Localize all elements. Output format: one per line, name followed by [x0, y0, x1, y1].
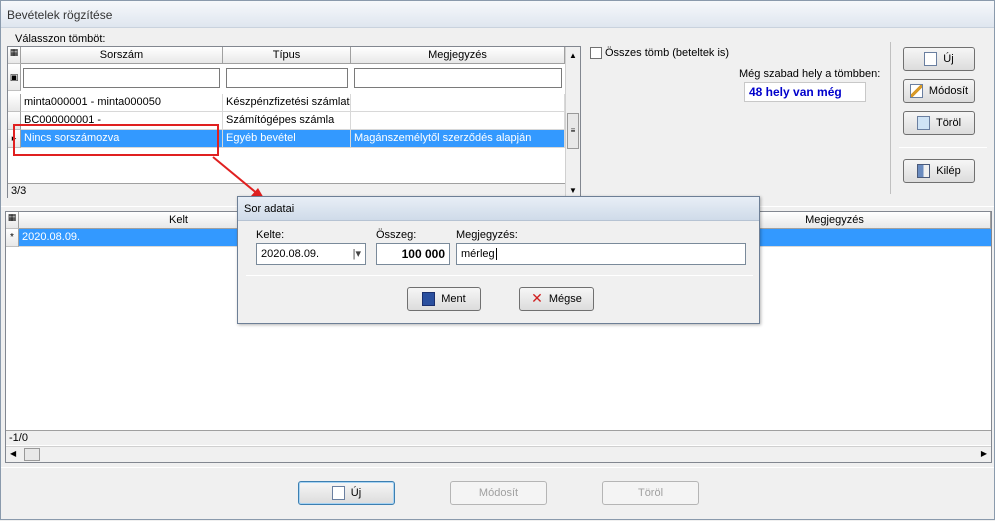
cancel-button[interactable]: ✕ Mégse: [519, 287, 594, 311]
dialog-separator: [246, 275, 753, 276]
delete-entry-button[interactable]: Töröl: [602, 481, 699, 505]
exit-door-icon: [917, 164, 931, 179]
save-label: Ment: [441, 293, 466, 305]
save-disk-icon: [422, 292, 436, 307]
free-space-label: Még szabad hely a tömbben:: [739, 68, 881, 80]
new-row-asterisk-icon: *: [6, 229, 19, 247]
osszeg-input[interactable]: 100 000: [376, 243, 450, 265]
horizontal-scrollbar[interactable]: ◀ ▶: [6, 446, 991, 462]
kelt-cell: 2020.08.09.: [22, 231, 81, 243]
grid-status-bar: -1/0: [6, 430, 991, 445]
new-document-icon: [331, 486, 345, 501]
all-blocks-checkbox[interactable]: [590, 47, 602, 59]
osszeg-label: Összeg:: [376, 229, 417, 241]
new-entry-button[interactable]: Új: [298, 481, 395, 505]
new-block-button[interactable]: Új: [903, 47, 975, 71]
close-x-icon: ✕: [531, 290, 543, 307]
exit-button[interactable]: Kilép: [903, 159, 975, 183]
all-blocks-label: Összes tömb (beteltek is): [605, 47, 730, 59]
scroll-right-icon[interactable]: ▶: [981, 449, 987, 458]
free-space-value: 48 hely van még: [744, 82, 866, 102]
scroll-thumb[interactable]: [24, 448, 40, 461]
edit-pencil-icon: [909, 84, 923, 99]
new-entry-label: Új: [350, 487, 362, 499]
grid-corner-icon: ▦: [6, 212, 19, 229]
dialog-title-bar: Sor adatai: [238, 197, 759, 221]
kelte-value: 2020.08.09.: [261, 248, 320, 260]
save-button[interactable]: Ment: [407, 287, 481, 311]
megjegyzes-label: Megjegyzés:: [456, 229, 518, 241]
megjegyzes-value: mérleg: [461, 248, 495, 260]
bottom-separator: [1, 467, 994, 468]
text-cursor: [495, 248, 497, 260]
kelte-label: Kelte:: [256, 229, 285, 241]
delete-block-label: Töröl: [935, 117, 962, 129]
megjegyzes-input[interactable]: mérleg: [456, 243, 746, 265]
delete-entry-label: Töröl: [637, 487, 664, 499]
free-space-text: 48 hely van még: [749, 85, 842, 99]
modify-block-button[interactable]: Módosít: [903, 79, 975, 103]
delete-block-button[interactable]: Töröl: [903, 111, 975, 135]
modify-entry-button[interactable]: Módosít: [450, 481, 547, 505]
record-counter: -1/0: [9, 432, 28, 444]
side-panel-divider: [890, 42, 891, 194]
cancel-label: Mégse: [548, 293, 582, 305]
new-block-label: Új: [943, 53, 954, 65]
delete-document-icon: [916, 116, 930, 131]
main-window: Bevételek rögzítése Válasszon tömböt: ▦ …: [0, 0, 995, 520]
kelte-date-picker[interactable]: 2020.08.09. |▾: [256, 243, 366, 265]
chevron-down-icon[interactable]: |▾: [353, 244, 361, 264]
side-separator: [899, 147, 987, 148]
modify-entry-label: Módosít: [478, 487, 519, 499]
scroll-left-icon[interactable]: ◀: [10, 449, 16, 458]
osszeg-value: 100 000: [401, 247, 445, 261]
modify-block-label: Módosít: [928, 85, 969, 97]
dialog-title: Sor adatai: [244, 203, 295, 215]
row-details-dialog: Sor adatai Kelte: 2020.08.09. |▾ Összeg:…: [237, 196, 760, 324]
new-document-icon: [924, 52, 938, 67]
exit-label: Kilép: [936, 165, 961, 177]
